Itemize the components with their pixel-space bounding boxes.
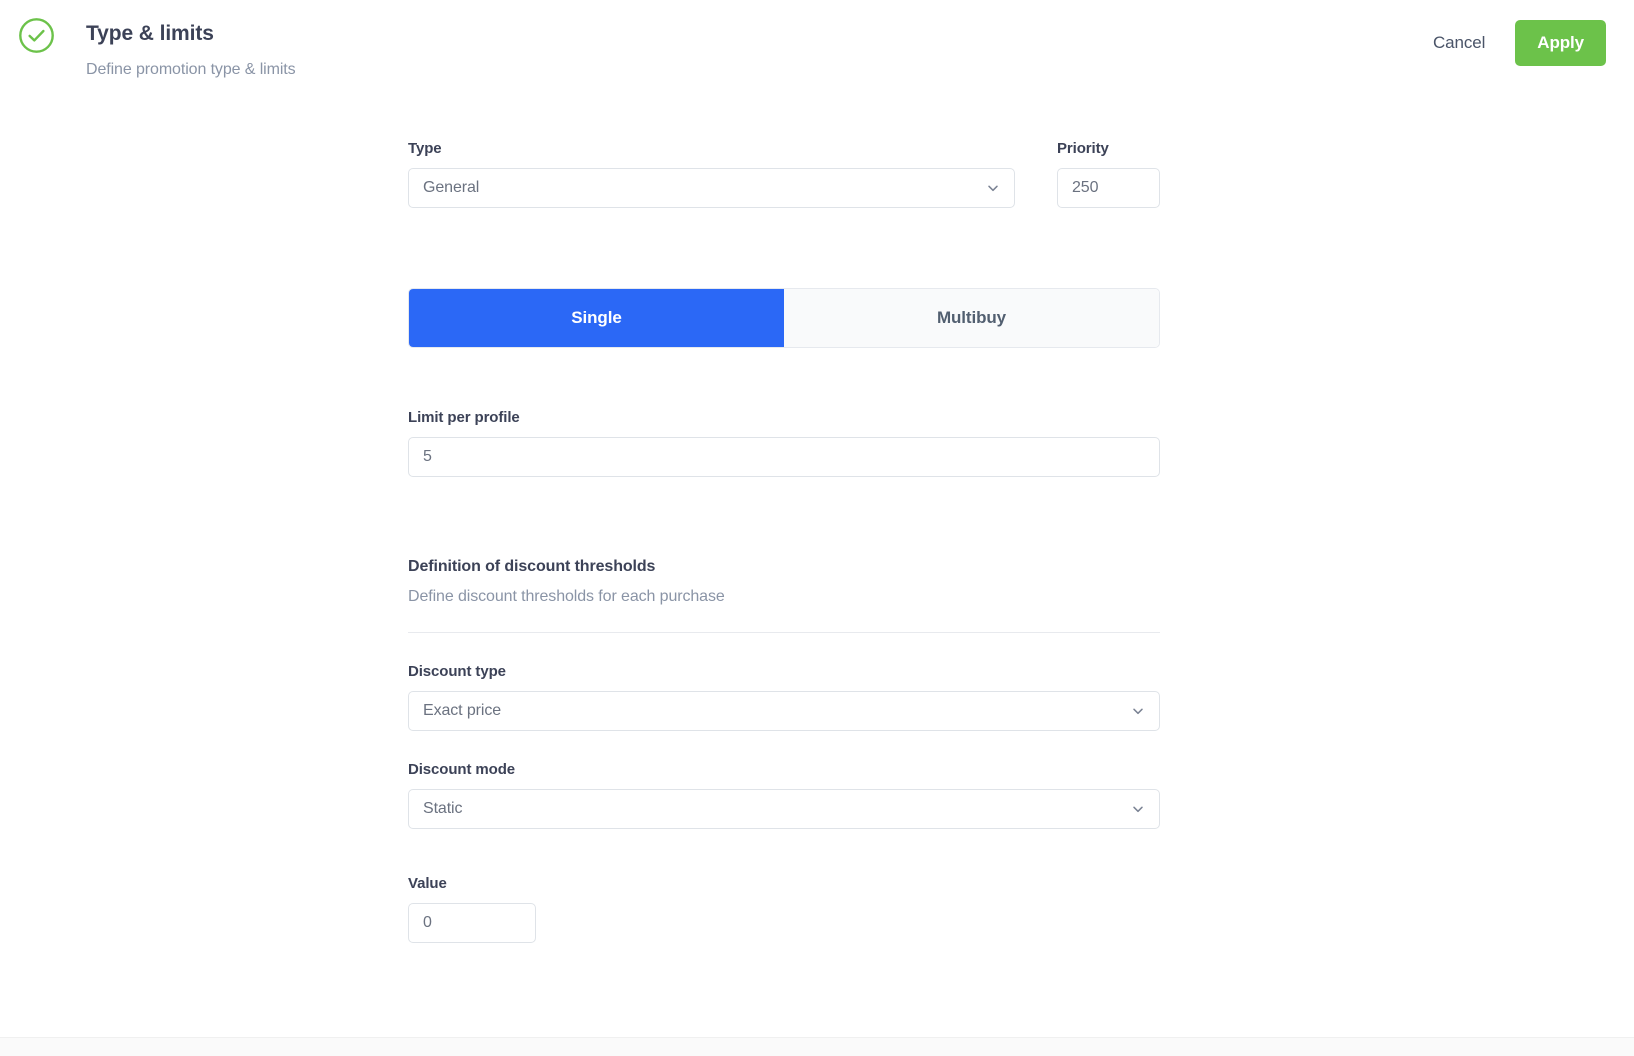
promotion-type-limits-page: Type & limits Define promotion type & li…: [0, 0, 1634, 1056]
type-label: Type: [408, 140, 442, 157]
header-text-block: Type & limits Define promotion type & li…: [86, 20, 296, 82]
page-title: Type & limits: [86, 22, 214, 45]
chevron-down-icon: [1131, 704, 1145, 718]
value-input[interactable]: 0: [408, 903, 536, 943]
thresholds-section-title: Definition of discount thresholds: [408, 558, 656, 575]
page-subtitle: Define promotion type & limits: [86, 61, 296, 78]
page-header: Type & limits Define promotion type & li…: [0, 0, 1634, 96]
limit-per-profile-group: Limit per profile 5: [408, 409, 1168, 477]
type-priority-row: Type General Priority 250: [408, 140, 1168, 208]
priority-label: Priority: [1057, 140, 1109, 157]
value-field-group: Value 0: [408, 875, 1168, 943]
discount-mode-value: Static: [423, 800, 463, 817]
section-divider: [408, 632, 1160, 633]
discount-type-select[interactable]: Exact price: [408, 691, 1160, 731]
discount-mode-group: Discount mode Static: [408, 761, 1168, 829]
promotion-mode-toggle: Single Multibuy: [408, 288, 1160, 348]
value-input-value: 0: [423, 914, 432, 931]
type-select[interactable]: General: [408, 168, 1015, 208]
toggle-option-multibuy[interactable]: Multibuy: [784, 289, 1159, 347]
priority-input-value: 250: [1072, 179, 1099, 196]
chevron-down-icon: [986, 181, 1000, 195]
limit-per-profile-value: 5: [423, 448, 432, 465]
type-select-value: General: [423, 179, 480, 196]
cancel-button[interactable]: Cancel: [1429, 25, 1489, 61]
discount-type-group: Discount type Exact price: [408, 663, 1168, 731]
header-actions: Cancel Apply: [1429, 20, 1606, 66]
value-label: Value: [408, 875, 447, 892]
limit-per-profile-label: Limit per profile: [408, 409, 520, 426]
type-field-group: Type General: [408, 140, 1015, 208]
discount-thresholds-section: Definition of discount thresholds Define…: [408, 558, 1168, 943]
discount-mode-select[interactable]: Static: [408, 789, 1160, 829]
form-area: Type General Priority 250 Single Multibu…: [408, 140, 1168, 943]
thresholds-section-subtitle: Define discount thresholds for each purc…: [408, 588, 725, 605]
chevron-down-icon: [1131, 802, 1145, 816]
limit-per-profile-input[interactable]: 5: [408, 437, 1160, 477]
priority-field-group: Priority 250: [1057, 140, 1160, 208]
footer-strip: [0, 1037, 1634, 1056]
toggle-option-single[interactable]: Single: [409, 289, 784, 347]
priority-input[interactable]: 250: [1057, 168, 1160, 208]
discount-type-label: Discount type: [408, 663, 506, 680]
circle-check-icon: [18, 17, 55, 54]
discount-mode-label: Discount mode: [408, 761, 516, 778]
discount-type-value: Exact price: [423, 702, 502, 719]
apply-button[interactable]: Apply: [1515, 20, 1606, 66]
